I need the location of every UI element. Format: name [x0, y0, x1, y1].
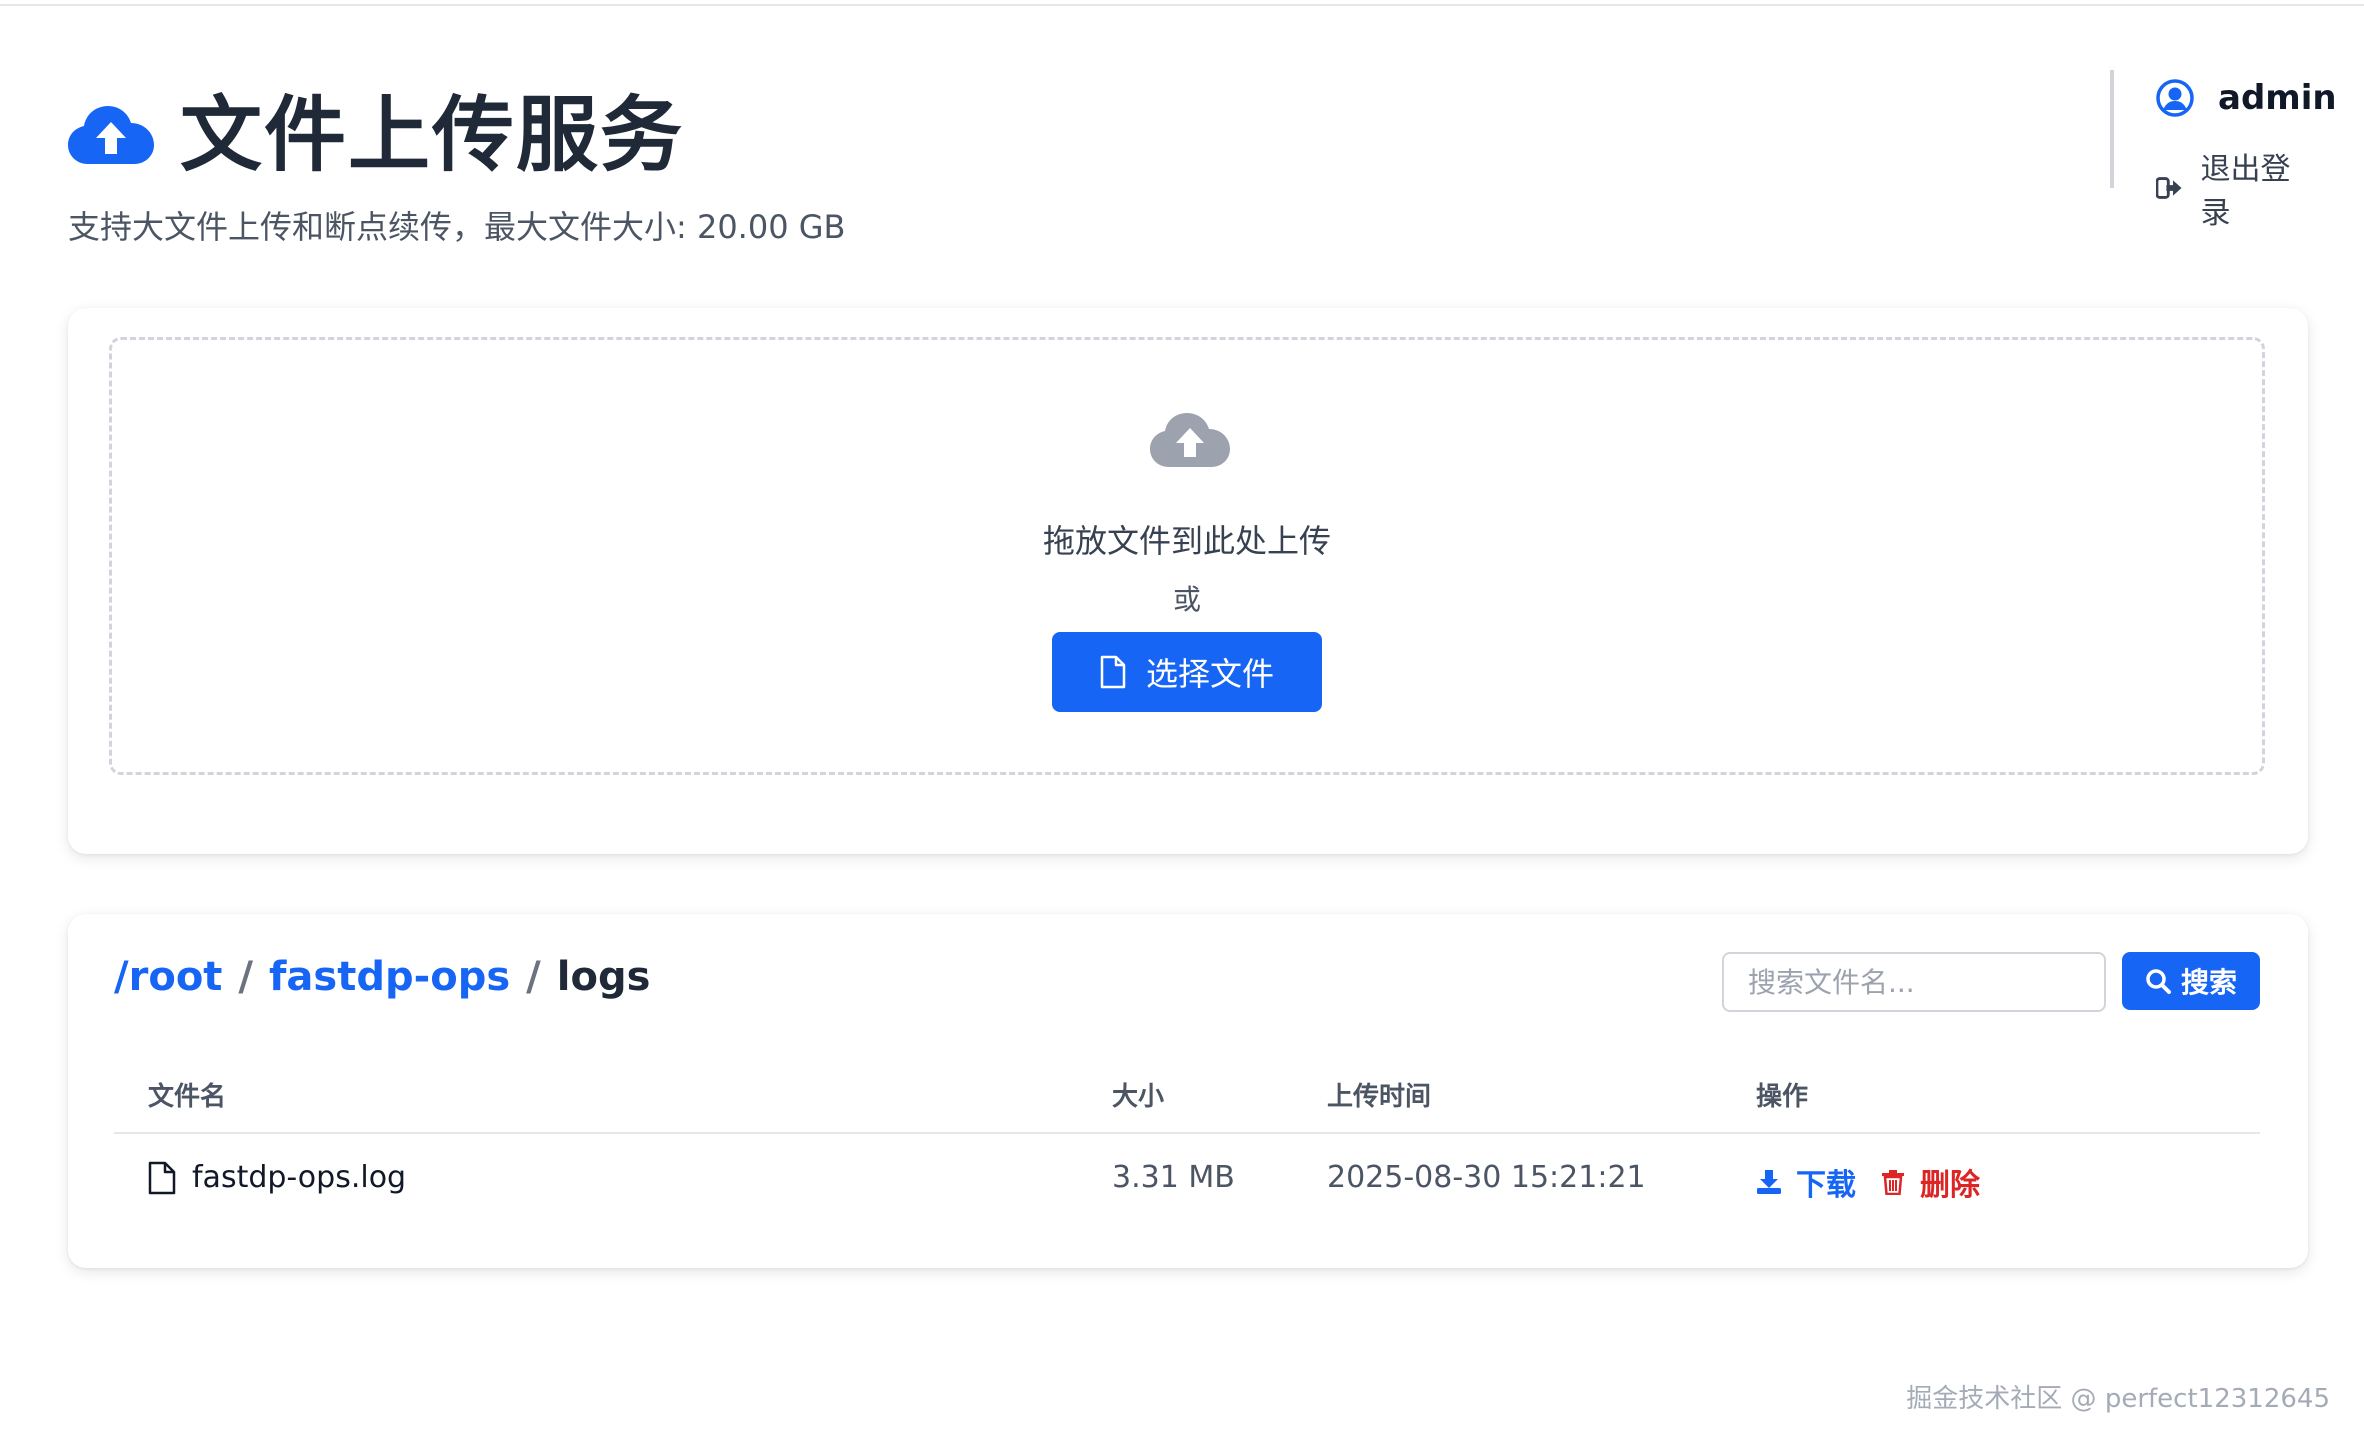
- cloud-upload-icon: [1150, 413, 1230, 467]
- user-circle-icon: [2156, 79, 2194, 117]
- file-upload-time: 2025-08-30 15:21:21: [1327, 1160, 1646, 1195]
- column-header-actions: 操作: [1756, 1082, 1809, 1112]
- logout-label: 退出登录: [2200, 152, 2291, 231]
- breadcrumb-item-root[interactable]: /root: [114, 954, 222, 1000]
- file-name[interactable]: fastdp-ops.log: [192, 1160, 406, 1195]
- page: 文件上传服务 支持大文件上传和断点续传，最大文件大小: 20.00 GB adm…: [0, 0, 2364, 1446]
- user-panel: admin 退出登录: [2110, 70, 2337, 231]
- download-label: 下载: [1796, 1168, 1856, 1203]
- search-button-label: 搜索: [2180, 966, 2237, 999]
- top-divider: [0, 0, 2364, 6]
- sign-out-icon: [2156, 177, 2182, 199]
- header: 文件上传服务: [68, 86, 684, 186]
- column-header-name: 文件名: [148, 1082, 227, 1112]
- column-header-size: 大小: [1112, 1082, 1165, 1112]
- file-list-card: /root / fastdp-ops / logs 搜索 文件名 大小 上传时间…: [68, 914, 2308, 1268]
- search-icon: [2146, 969, 2171, 994]
- file-icon: [1100, 655, 1126, 689]
- page-title: 文件上传服务: [180, 88, 685, 183]
- choose-file-button[interactable]: 选择文件: [1052, 632, 1322, 712]
- table-header-divider: [114, 1132, 2260, 1134]
- search-button[interactable]: 搜索: [2122, 952, 2260, 1010]
- delete-button[interactable]: 删除: [1880, 1160, 1980, 1204]
- cloud-upload-icon: [68, 106, 154, 164]
- breadcrumb-separator: /: [526, 954, 541, 1000]
- file-actions: 下载 删除: [1756, 1160, 1980, 1204]
- search-input[interactable]: [1722, 952, 2106, 1012]
- column-header-upload-time: 上传时间: [1327, 1082, 1432, 1112]
- download-button[interactable]: 下载: [1756, 1160, 1856, 1204]
- breadcrumb-separator: /: [238, 954, 254, 1000]
- file-icon: [148, 1161, 176, 1194]
- logout-button[interactable]: 退出登录: [2156, 144, 2314, 232]
- page-subtitle: 支持大文件上传和断点续传，最大文件大小: 20.00 GB: [68, 208, 846, 246]
- delete-label: 删除: [1920, 1168, 1980, 1203]
- watermark: 掘金技术社区 @ perfect12312645: [1906, 1384, 2330, 1414]
- file-size: 3.31 MB: [1112, 1160, 1235, 1195]
- download-icon: [1757, 1170, 1781, 1194]
- breadcrumb: /root / fastdp-ops / logs: [114, 954, 650, 1000]
- trash-icon: [1882, 1170, 1904, 1195]
- username: admin: [2218, 78, 2337, 118]
- breadcrumb-item-current: logs: [556, 954, 651, 1000]
- breadcrumb-item-fastdp-ops[interactable]: fastdp-ops: [269, 954, 510, 1000]
- drop-zone[interactable]: 拖放文件到此处上传 或 选择文件: [109, 337, 2265, 775]
- user-info: admin: [2156, 78, 2337, 118]
- or-label: 或: [1172, 583, 1201, 616]
- drop-instruction: 拖放文件到此处上传: [1042, 522, 1331, 560]
- upload-card: 拖放文件到此处上传 或 选择文件: [68, 308, 2308, 854]
- file-name-cell: fastdp-ops.log: [148, 1160, 406, 1195]
- choose-file-label: 选择文件: [1145, 655, 1274, 693]
